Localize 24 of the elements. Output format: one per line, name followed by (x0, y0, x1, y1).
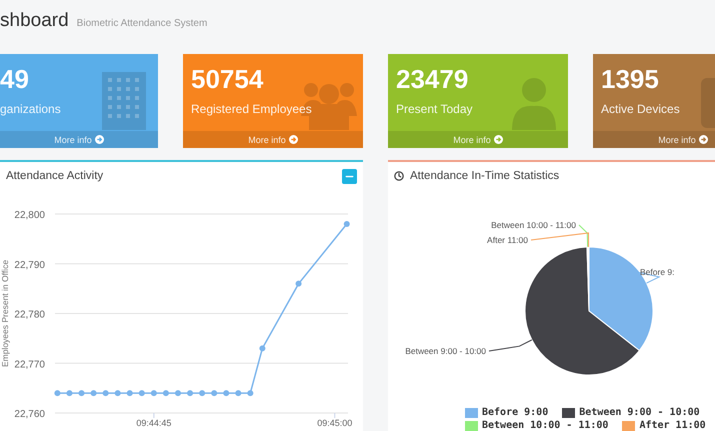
slice-label: Before 9: (640, 267, 674, 277)
axis-label: 22,770 (14, 359, 45, 370)
page-subtitle: Biometric Attendance System (76, 17, 208, 31)
stat-label: Present Today (396, 102, 472, 116)
page-title: shboard (0, 9, 69, 33)
axis-title: Employees Present in Office (0, 260, 10, 368)
stat-label: ganizations (0, 102, 61, 116)
axis-label: 22,800 (14, 210, 45, 221)
slice-label: Between 9:00 - 10:00 (405, 346, 486, 356)
axis-label: 09:45:00 (317, 418, 352, 428)
stat-value: 50754 (191, 63, 264, 96)
axis-label: 22,760 (14, 409, 45, 420)
slice-label: Between 10:00 - 11:00 (491, 220, 576, 230)
axis-label: 22,780 (14, 310, 45, 320)
axis-label: 22,790 (14, 260, 45, 271)
panel-title: Attendance In-Time Statistics (410, 170, 560, 182)
stat-value: 23479 (396, 63, 468, 96)
stat-label: Registered Employees (191, 102, 312, 116)
axis-label: 09:44:45 (136, 418, 172, 428)
stat-label: Active Devices (601, 102, 680, 116)
stat-value: 1395 (601, 63, 659, 96)
panel-title: Attendance Activity (6, 170, 104, 182)
stat-value: 49 (0, 63, 29, 96)
slice-label: After 11:00 (487, 235, 528, 245)
